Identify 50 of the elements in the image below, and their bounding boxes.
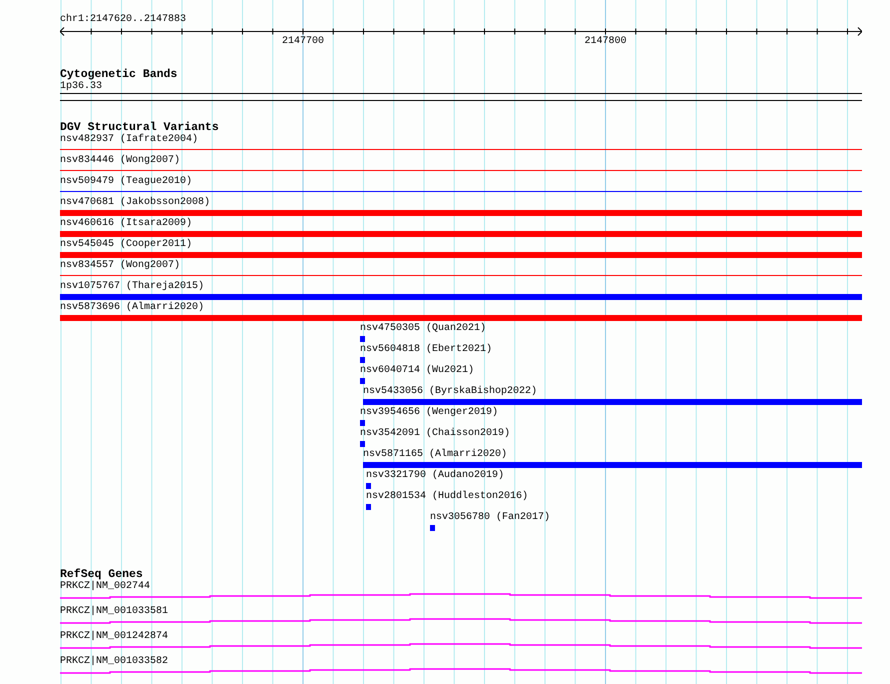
- variant-label[interactable]: nsv460616 (Itsara2009): [60, 218, 192, 230]
- variant-label[interactable]: nsv5433056 (ByrskaBishop2022): [363, 386, 538, 398]
- gene-label[interactable]: PRKCZ|NM_001033582: [60, 656, 168, 668]
- variant-bar[interactable]: [430, 525, 435, 531]
- variant-label[interactable]: nsv834446 (Wong2007): [60, 155, 180, 167]
- variant-label[interactable]: nsv5873696 (Almarri2020): [60, 302, 204, 314]
- variant-label[interactable]: nsv5871165 (Almarri2020): [363, 449, 508, 461]
- variant-bar[interactable]: [60, 210, 862, 216]
- gene-model[interactable]: [60, 593, 862, 599]
- variant-bar[interactable]: [60, 294, 862, 300]
- track-title: RefSeq Genes: [60, 568, 143, 581]
- variant-label[interactable]: nsv509479 (Teague2010): [60, 176, 192, 188]
- variant-bar[interactable]: [60, 315, 862, 321]
- variant-label[interactable]: nsv3542091 (Chaisson2019): [360, 428, 510, 440]
- gene-label[interactable]: PRKCZ|NM_001242874: [60, 631, 168, 643]
- ruler-position: chr1:2147620..2147883: [60, 14, 186, 26]
- variant-label[interactable]: nsv1075767 (Thareja2015): [60, 281, 204, 293]
- variant-bar[interactable]: [60, 231, 862, 237]
- chromosome-band[interactable]: [60, 93, 862, 101]
- variant-label[interactable]: nsv3321790 (Audano2019): [366, 470, 504, 482]
- variant-bar[interactable]: [360, 357, 365, 363]
- variant-label[interactable]: nsv3056780 (Fan2017): [430, 512, 550, 524]
- track-title: Cytogenetic Bands: [60, 68, 178, 81]
- tick-label: 2147700: [282, 36, 324, 48]
- gene-model[interactable]: [60, 668, 862, 674]
- variant-label[interactable]: nsv834557 (Wong2007): [60, 260, 180, 272]
- variant-label[interactable]: nsv4750305 (Quan2021): [360, 323, 486, 335]
- gene-model[interactable]: [60, 643, 862, 649]
- gene-label[interactable]: PRKCZ|NM_002744: [60, 581, 150, 593]
- variant-label[interactable]: nsv545045 (Cooper2011): [60, 239, 192, 251]
- variant-label[interactable]: nsv482937 (Iafrate2004): [60, 134, 198, 146]
- track-title: DGV Structural Variants: [60, 121, 219, 134]
- variant-bar[interactable]: [363, 462, 862, 468]
- variant-label[interactable]: nsv470681 (Jakobsson2008): [60, 197, 210, 209]
- band-label: 1p36.33: [60, 81, 102, 93]
- variant-bar[interactable]: [360, 441, 365, 447]
- variant-bar[interactable]: [60, 252, 862, 258]
- tick-label: 2147800: [584, 36, 626, 48]
- variant-bar[interactable]: [360, 378, 365, 384]
- gene-label[interactable]: PRKCZ|NM_001033581: [60, 606, 168, 618]
- variant-bar[interactable]: [363, 399, 862, 405]
- variant-label[interactable]: nsv2801534 (Huddleston2016): [366, 491, 528, 503]
- variant-bar[interactable]: [366, 483, 371, 489]
- variant-label[interactable]: nsv6040714 (Wu2021): [360, 365, 474, 377]
- variant-bar[interactable]: [360, 420, 365, 426]
- variant-bar[interactable]: [366, 504, 371, 510]
- gene-model[interactable]: [60, 618, 862, 624]
- variant-label[interactable]: nsv3954656 (Wenger2019): [360, 407, 498, 419]
- variant-bar[interactable]: [360, 336, 365, 342]
- variant-label[interactable]: nsv5604818 (Ebert2021): [360, 344, 492, 356]
